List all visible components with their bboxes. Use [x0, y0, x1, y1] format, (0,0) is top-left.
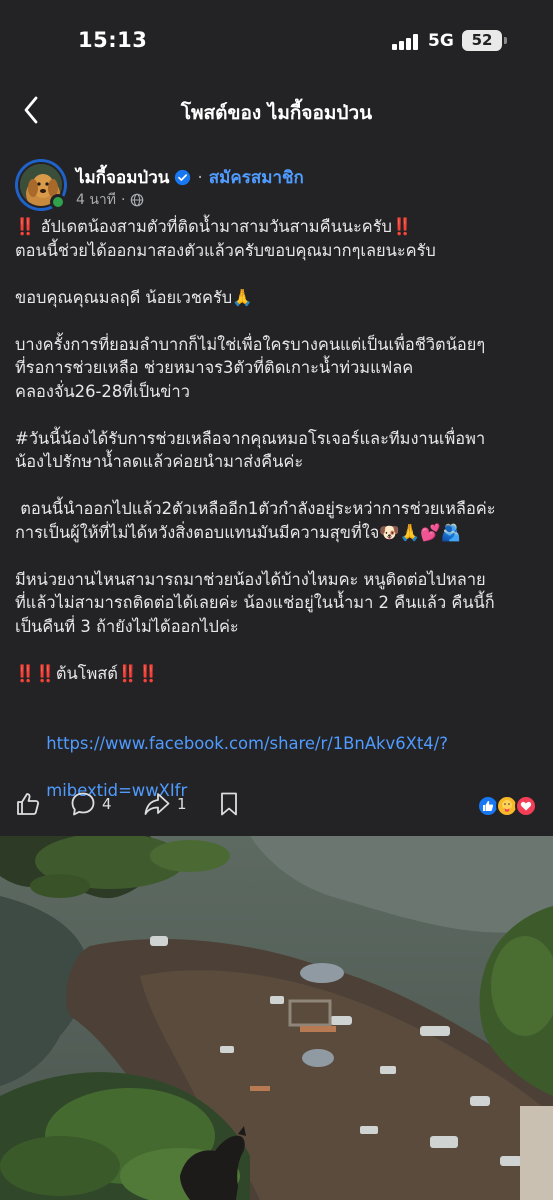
post-text-spacer: [15, 474, 545, 498]
verified-badge-icon: [175, 169, 191, 186]
globe-icon: [131, 193, 144, 207]
author-line: ไมกี้จอมป่วน · สมัครสมาชิก: [76, 164, 304, 191]
post-text-line: มีหน่วยงานไหนสามารถมาช่วยน้องได้บ้างไหมค…: [15, 569, 486, 589]
network-type: 5G: [428, 31, 454, 51]
thumbs-up-icon: [17, 793, 40, 815]
post-text-line: ที่รอการช่วยเหลือ ช่วยหมาจร3ตัวที่ติดเกา…: [15, 358, 414, 377]
post-body: ‼️ อัปเดตน้องสามตัวที่ติดน้ำมาสามวันสามค…: [15, 215, 545, 826]
signal-icon: [392, 34, 420, 50]
reaction-summary[interactable]: [477, 795, 541, 817]
like-button[interactable]: [15, 791, 41, 817]
status-time: 15:13: [78, 28, 148, 52]
post-text-line: คลองจั่น26-28ที่เป็นข่าว: [15, 381, 190, 401]
online-status-dot: [50, 194, 66, 210]
screen: 15:13 5G 52 โพสต์ของ ไมกี้จอมป่วน ไมกี้จ…: [0, 0, 553, 1200]
battery-icon: 52: [462, 30, 502, 51]
post-text-spacer: [15, 544, 545, 568]
comment-count: 4: [102, 795, 112, 813]
share-count: 1: [177, 795, 187, 813]
post-time: 4 นาที: [76, 192, 117, 208]
save-button[interactable]: [219, 791, 239, 817]
post-text-line: ‼️ อัปเดตน้องสามตัวที่ติดน้ำมาสามวันสามค…: [15, 217, 413, 236]
post-photo[interactable]: [0, 836, 553, 1200]
page-title: โพสต์ของ ไมกี้จอมป่วน: [180, 102, 373, 124]
join-button[interactable]: สมัครสมาชิก: [209, 164, 304, 191]
post-text-line: #วันนี้น้องได้รับการช่วยเหลือจากคุณหมอโร…: [15, 428, 486, 448]
post-meta: 4 นาที ·: [76, 189, 144, 211]
post-text-line: ‼️‼️ต้นโพสต์‼️‼️: [15, 663, 159, 683]
comment-button[interactable]: 4: [70, 791, 112, 817]
post-text-line: ตอนนี้นำออกไปแล้ว2ตัวเหลืออีก1ตัวกำลังอย…: [15, 499, 496, 518]
post-text: ‼️ อัปเดตน้องสามตัวที่ติดน้ำมาสามวันสามค…: [15, 215, 545, 709]
post-text-spacer: [15, 309, 545, 333]
separator-dot: ·: [197, 167, 203, 188]
post-link-line-1[interactable]: https://www.facebook.com/share/r/1BnAkv6…: [46, 734, 448, 753]
separator-dot: ·: [121, 192, 126, 208]
author-name[interactable]: ไมกี้จอมป่วน: [76, 164, 169, 191]
battery-tip: [504, 37, 507, 44]
top-bar: โพสต์ของ ไมกี้จอมป่วน: [0, 80, 553, 140]
status-bar: 15:13 5G 52: [0, 0, 553, 80]
post-text-spacer: [15, 262, 545, 286]
post-text-spacer: [15, 403, 545, 427]
action-bar: 4 1: [0, 787, 553, 827]
post-text-line: น้องไปรักษาน้ำลดแล้วค่อยนำมาส่งคืนค่ะ: [15, 452, 304, 471]
post-text-line: บางครั้งการที่ยอมลำบากก็ไม่ใช่เพื่อใครบา…: [15, 334, 486, 354]
post-text-line: เป็นคืนที่ 3 ถ้ายังไม่ได้ออกไปค่ะ: [15, 616, 239, 636]
post-text-line: ตอนนี้ช่วยได้ออกมาสองตัวแล้วครับขอบคุณมา…: [15, 240, 436, 260]
post-text-spacer: [15, 638, 545, 662]
bookmark-icon: [221, 792, 237, 816]
post-text-spacer: [15, 685, 545, 709]
post-text-line: การเป็นผู้ให้ที่ไม่ได้หวังสิ่งตอบแทนมันม…: [15, 522, 462, 542]
comment-bubble-icon: [71, 792, 95, 816]
love-reaction-icon: [515, 795, 537, 817]
post-text-line: ขอบคุณคุณมลฤดี น้อยเวชครับ🙏: [15, 287, 253, 307]
share-arrow-icon: [144, 793, 170, 815]
post-text-line: ที่แล้วไม่สามารถติดต่อได้เลยค่ะ น้องแช่อ…: [15, 593, 495, 612]
share-button[interactable]: 1: [143, 791, 187, 817]
